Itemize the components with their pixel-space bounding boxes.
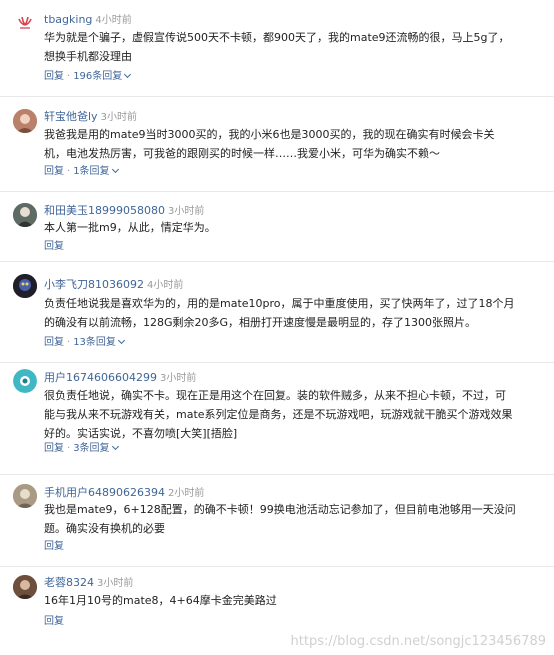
view-replies-button[interactable]: 1条回复 (73, 165, 119, 177)
comment-actions: 回复 (44, 239, 64, 255)
avatar[interactable] (13, 109, 37, 133)
comment-header: tbagking 4小时前 (44, 10, 132, 29)
timestamp: 4小时前 (147, 280, 184, 291)
comment-text: 本人第一批m9，从此，情定华为。 (44, 221, 216, 234)
reply-button[interactable]: 回复 (44, 241, 64, 252)
comment-text: 我也是mate9，6+128配置，的确不卡顿！99换电池活动忘记参加了，但目前电… (44, 503, 516, 535)
user-photo-icon (13, 109, 37, 133)
comment-item: tbagking 4小时前 华为就是个骗子，虚假宣传说500天不卡顿，都900天了… (0, 0, 554, 97)
watermark-url: https://blog.csdn.net/songjc123456789 (290, 634, 546, 649)
timestamp: 2小时前 (167, 488, 205, 499)
comment-header: 老蓉8324 3小时前 (44, 573, 133, 592)
timestamp: 3小时前 (97, 578, 134, 589)
username-link[interactable]: 和田美玉18999058080 (44, 204, 165, 217)
avatar[interactable] (13, 575, 37, 599)
comment-text: 华为就是个骗子，虚假宣传说500天不卡顿，都900天了，我的mate9还流畅的很… (44, 31, 510, 63)
timestamp: 3小时前 (100, 112, 137, 123)
avatar[interactable] (13, 484, 37, 508)
comment-item: 小李飞刀81036092 4小时前 负责任地说我是喜欢华为的，用的是mate10p… (0, 262, 554, 363)
comment-item: 和田美玉18999058080 3小时前 本人第一批m9，从此，情定华为。 回复 (0, 192, 554, 262)
comment-actions: 回复 · 1条回复 (44, 164, 119, 180)
view-replies-button[interactable]: 13条回复 (73, 336, 125, 348)
reply-button[interactable]: 回复 (44, 71, 64, 82)
comment-actions: 回复 (44, 539, 64, 555)
comment-actions: 回复 (44, 614, 64, 630)
comment-text: 16年1月10号的mate8，4+64摩卡金完美路过 (44, 594, 277, 607)
reply-button[interactable]: 回复 (44, 337, 64, 348)
view-replies-button[interactable]: 3条回复 (73, 442, 119, 454)
user-photo-icon (13, 274, 37, 298)
username-link[interactable]: 老蓉8324 (44, 576, 94, 589)
comment-header: 小李飞刀81036092 4小时前 (44, 275, 183, 294)
comment-text: 很负责任地说，确实不卡。现在正是用这个在回复。装的软件贼多，从来不担心卡顿，不过… (44, 389, 513, 440)
username-link[interactable]: 用户1674606604299 (44, 371, 157, 384)
comment-text: 我爸我是用的mate9当时3000买的，我的小米6也是3000买的，我的现在确实… (44, 128, 495, 160)
default-user-avatar-icon (13, 369, 37, 393)
username-link[interactable]: 轩宝他爸ly (44, 110, 98, 123)
timestamp: 3小时前 (159, 373, 197, 384)
avatar[interactable] (13, 11, 37, 35)
user-photo-icon (13, 484, 37, 508)
user-photo-icon (13, 575, 37, 599)
avatar[interactable] (13, 369, 37, 393)
comment-actions: 回复 · 3条回复 (44, 441, 119, 457)
comment-item: 轩宝他爸ly 3小时前 我爸我是用的mate9当时3000买的，我的小米6也是30… (0, 97, 554, 192)
username-link[interactable]: 小李飞刀81036092 (44, 278, 144, 291)
reply-button[interactable]: 回复 (44, 616, 64, 627)
reply-button[interactable]: 回复 (44, 166, 64, 177)
chevron-down-icon (117, 336, 125, 345)
timestamp: 4小时前 (95, 15, 132, 26)
comment-text: 负责任地说我是喜欢华为的，用的是mate10pro，属于中重度使用，买了快两年了… (44, 297, 515, 329)
comment-header: 用户1674606604299 3小时前 (44, 368, 196, 387)
user-photo-icon (13, 203, 37, 227)
comment-header: 轩宝他爸ly 3小时前 (44, 107, 137, 126)
timestamp: 3小时前 (167, 206, 205, 217)
comment-item: 用户1674606604299 3小时前 很负责任地说，确实不卡。现在正是用这个在… (0, 363, 554, 475)
username-link[interactable]: tbagking (44, 13, 92, 26)
huawei-logo-avatar-icon (13, 11, 37, 35)
view-replies-button[interactable]: 196条回复 (73, 70, 132, 82)
chevron-down-icon (124, 70, 132, 79)
comment-item: 手机用户64890626394 2小时前 我也是mate9，6+128配置，的确不… (0, 475, 554, 567)
chevron-down-icon (111, 165, 119, 174)
chevron-down-icon (111, 442, 119, 451)
avatar[interactable] (13, 203, 37, 227)
avatar[interactable] (13, 274, 37, 298)
comment-actions: 回复 · 13条回复 (44, 335, 125, 351)
reply-button[interactable]: 回复 (44, 443, 64, 454)
username-link[interactable]: 手机用户64890626394 (44, 486, 165, 499)
comment-actions: 回复 · 196条回复 (44, 69, 132, 85)
reply-button[interactable]: 回复 (44, 541, 64, 552)
